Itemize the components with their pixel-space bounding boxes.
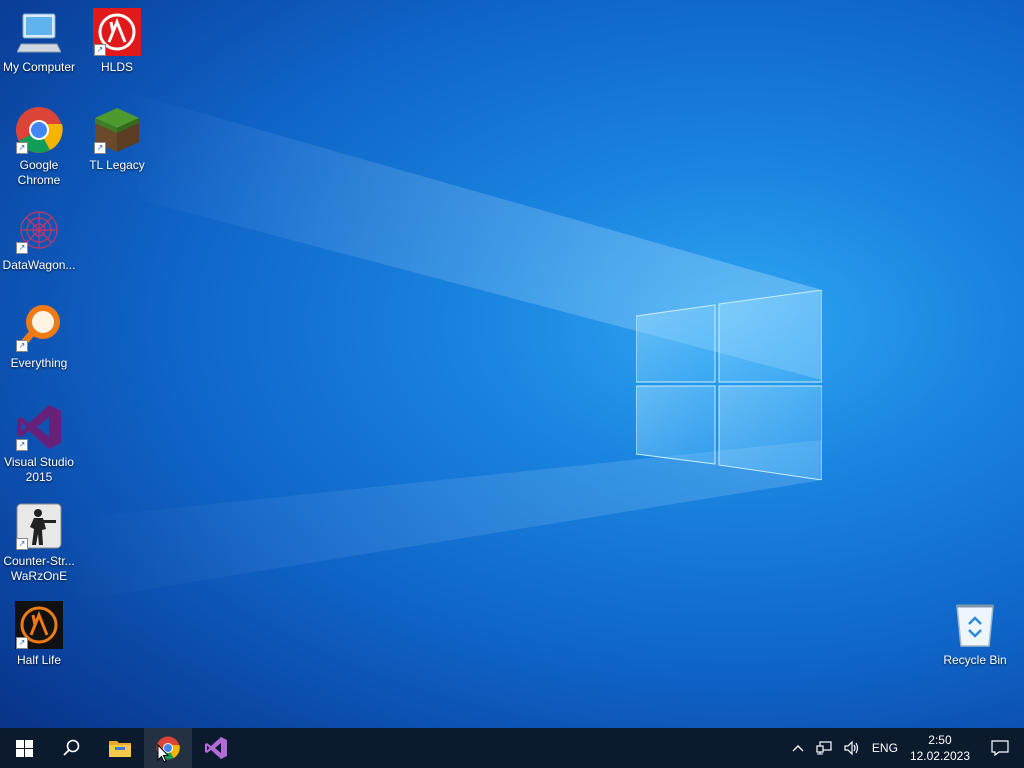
- desktop-icon-label: Half Life: [16, 653, 62, 667]
- desktop-icon-label: Google Chrome: [17, 158, 61, 187]
- computer-icon: [15, 8, 63, 56]
- system-tray: ENG 2:50 12.02.2023: [786, 728, 1024, 768]
- shortcut-arrow-icon: ↗: [16, 242, 28, 254]
- shortcut-arrow-icon: ↗: [16, 439, 28, 451]
- shortcut-arrow-icon: ↗: [94, 44, 106, 56]
- desktop-icon-label: Everything: [10, 356, 68, 370]
- shortcut-arrow-icon: ↗: [16, 142, 28, 154]
- half-life-icon: ↗: [15, 601, 63, 649]
- desktop-icon-recycle-bin[interactable]: Recycle Bin: [936, 601, 1014, 668]
- desktop-icon-label: DataWagon...: [2, 258, 76, 272]
- start-button[interactable]: [0, 728, 48, 768]
- desktop-icon-label: My Computer: [2, 60, 76, 74]
- half-life-icon: ↗: [93, 8, 141, 56]
- network-button[interactable]: [810, 728, 838, 768]
- shortcut-arrow-icon: ↗: [16, 340, 28, 352]
- desktop-icon-label: Visual Studio 2015: [4, 455, 74, 484]
- grass-block-icon: ↗: [93, 106, 141, 154]
- desktop-icon-tl-legacy[interactable]: ↗ TL Legacy: [78, 106, 156, 173]
- clock-time: 2:50: [928, 733, 952, 747]
- desktop-icon-half-life[interactable]: ↗ Half Life: [0, 601, 78, 668]
- desktop-icon-datawagon[interactable]: ↗ DataWagon...: [0, 206, 78, 273]
- desktop-icon-counter-strike[interactable]: ↗ Counter-Str... WaRzOnE: [0, 502, 78, 584]
- counter-strike-icon: ↗: [15, 502, 63, 550]
- desktop-icon-my-computer[interactable]: My Computer: [0, 8, 78, 75]
- show-hidden-icons-button[interactable]: [786, 728, 810, 768]
- taskbar-visual-studio[interactable]: [192, 728, 240, 768]
- network-icon: [816, 741, 832, 755]
- start-icon: [15, 739, 33, 757]
- datawagon-icon: ↗: [15, 206, 63, 254]
- visual-studio-icon: [205, 737, 227, 759]
- desktop-icon-label: HLDS: [100, 60, 133, 74]
- desktop-icon-google-chrome[interactable]: ↗ Google Chrome: [0, 106, 78, 188]
- search-icon: [63, 739, 80, 756]
- speaker-icon: [844, 741, 859, 755]
- desktop[interactable]: My Computer ↗ HLDS ↗ Google Chrome ↗ TL …: [0, 0, 1024, 728]
- visual-studio-icon: ↗: [15, 403, 63, 451]
- shortcut-arrow-icon: ↗: [94, 142, 106, 154]
- clock-date: 12.02.2023: [909, 749, 970, 763]
- desktop-icon-visual-studio-2015[interactable]: ↗ Visual Studio 2015: [0, 403, 78, 485]
- desktop-icon-label: Counter-Str... WaRzOnE: [3, 554, 75, 583]
- desktop-icon-label: TL Legacy: [89, 158, 145, 172]
- chevron-up-icon: [792, 745, 804, 752]
- desktop-icon-label: Recycle Bin: [943, 653, 1007, 667]
- desktop-icon-hlds[interactable]: ↗ HLDS: [78, 8, 156, 75]
- file-explorer-icon: [109, 741, 131, 757]
- shortcut-arrow-icon: ↗: [16, 637, 28, 649]
- clock[interactable]: 2:50 12.02.2023: [904, 728, 976, 768]
- action-center-button[interactable]: [976, 728, 1024, 768]
- recycle-bin-icon: [951, 601, 999, 649]
- shortcut-arrow-icon: ↗: [16, 538, 28, 550]
- input-language-button[interactable]: ENG: [866, 728, 904, 768]
- volume-button[interactable]: [838, 728, 866, 768]
- mouse-cursor-icon: [157, 744, 169, 763]
- taskbar: ENG 2:50 12.02.2023: [0, 728, 1024, 768]
- desktop-icon-everything[interactable]: ↗ Everything: [0, 304, 78, 371]
- notification-icon: [991, 740, 1009, 756]
- chrome-icon: ↗: [15, 106, 63, 154]
- taskbar-file-explorer[interactable]: [96, 728, 144, 768]
- search-button[interactable]: [48, 728, 96, 768]
- magnifier-icon: ↗: [15, 304, 63, 352]
